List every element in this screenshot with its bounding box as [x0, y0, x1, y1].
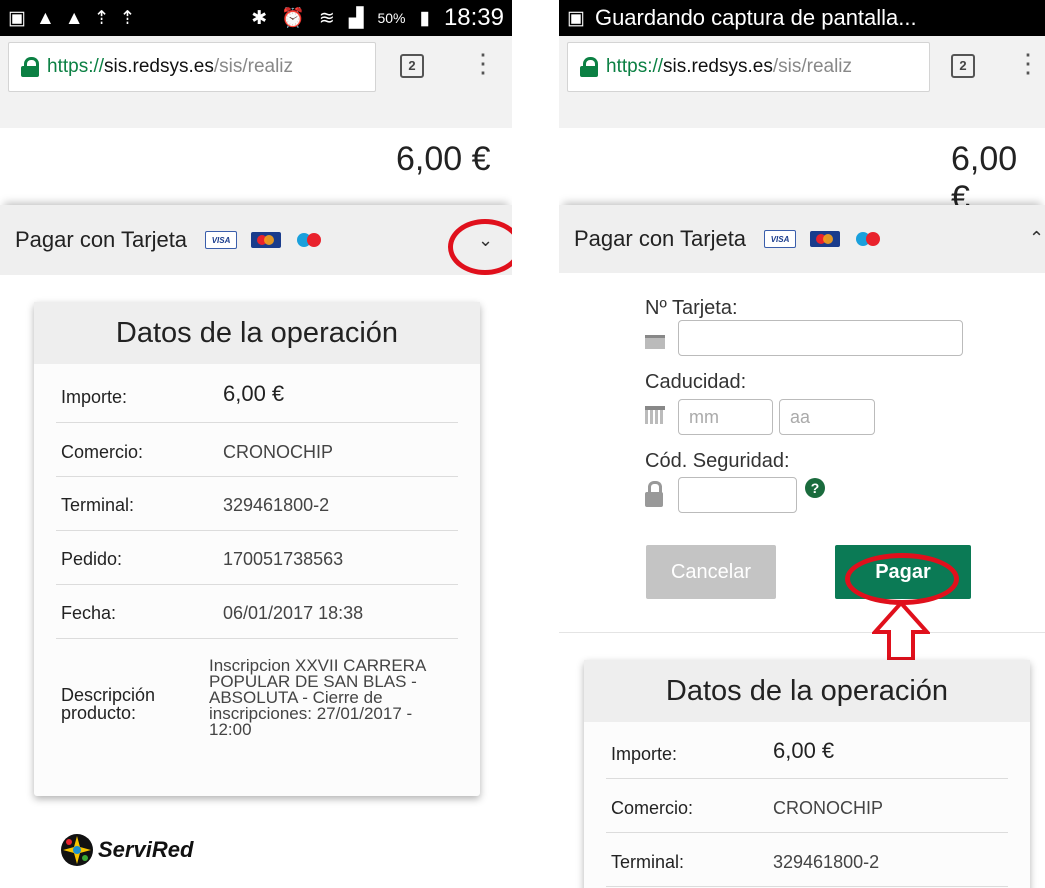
detail-label: Terminal:	[61, 495, 135, 515]
detail-row: Fecha: 06/01/2017 18:38	[56, 584, 458, 639]
expiry-label: Caducidad:	[645, 371, 747, 393]
description-label: Descripción	[61, 685, 156, 705]
detail-label: Importe:	[61, 387, 128, 407]
operation-details-title: Datos de la operación	[584, 660, 1030, 722]
warning-icon: ▲	[64, 7, 84, 29]
right-screenshot: ▣ Guardando captura de pantalla... https…	[559, 0, 1045, 888]
operation-details-card: Datos de la operación Importe: 6,00 € Co…	[34, 302, 480, 796]
tabs-count-button[interactable]: 2	[400, 54, 424, 78]
status-bar: ▣ ▲ ▲ ⇡ ⇡ ✱ ⏰ ≋ ▟ 50% ▮ 18:39	[0, 0, 512, 36]
lock-icon	[645, 481, 663, 507]
battery-level: 50%	[377, 10, 406, 26]
menu-dots-icon[interactable]: ⋮	[470, 50, 496, 76]
detail-label: Comercio:	[611, 798, 694, 818]
wifi-icon: ≋	[318, 7, 335, 29]
detail-label: Pedido:	[61, 549, 123, 569]
detail-value: 6,00 €	[223, 381, 285, 406]
chevron-up-icon[interactable]: ⌃	[1029, 228, 1044, 249]
detail-label: Comercio:	[61, 442, 144, 462]
description-label: producto:	[61, 703, 137, 723]
left-screenshot: ▣ ▲ ▲ ⇡ ⇡ ✱ ⏰ ≋ ▟ 50% ▮ 18:39 https://si…	[0, 0, 512, 888]
servired-logo-text: ServiRed	[98, 837, 194, 862]
bluetooth-icon: ✱	[251, 7, 268, 29]
operation-details-title: Datos de la operación	[34, 302, 480, 364]
browser-toolbar: https://sis.redsys.es/sis/realiz 2 ⋮	[559, 36, 1045, 128]
upload-icon: ⇡	[119, 7, 136, 29]
highlight-circle	[448, 219, 512, 275]
security-code-input[interactable]	[678, 477, 797, 513]
detail-row: Terminal: 329461800-2	[56, 476, 458, 531]
operation-details-card: Datos de la operación Importe: 6,00 € Co…	[584, 660, 1030, 888]
status-time: 18:39	[443, 4, 504, 31]
description-row: Descripción producto: Inscripcion XXVII …	[56, 638, 458, 768]
total-amount: 6,00 €	[396, 140, 491, 178]
alarm-icon: ⏰	[281, 7, 305, 29]
lock-icon	[580, 57, 598, 77]
detail-value: 170051738563	[223, 549, 344, 569]
url-field[interactable]: https://sis.redsys.es/sis/realiz	[8, 42, 376, 92]
detail-value: 06/01/2017 18:38	[223, 603, 364, 623]
signal-icon: ▟	[348, 7, 364, 29]
image-icon: ▣	[8, 7, 26, 29]
detail-row: Comercio: CRONOCHIP	[606, 778, 1008, 833]
help-icon[interactable]: ?	[805, 478, 825, 498]
servired-logo: ServiRed	[60, 833, 193, 867]
mastercard-icon	[251, 232, 282, 248]
expiry-year-input[interactable]: aa	[779, 399, 875, 435]
detail-row: Pedido: 170051738563	[56, 530, 458, 585]
divider	[559, 632, 1045, 633]
menu-dots-icon[interactable]: ⋮	[1015, 50, 1041, 76]
detail-value: 6,00 €	[773, 738, 835, 763]
pay-with-card-header[interactable]: Pagar con Tarjeta VISA	[559, 205, 1045, 273]
detail-label: Importe:	[611, 744, 678, 764]
card-icon	[645, 335, 665, 349]
detail-value: CRONOCHIP	[773, 798, 884, 818]
url-text: https://sis.redsys.es/sis/realiz	[47, 56, 294, 77]
upload-icon: ⇡	[93, 7, 110, 29]
url-text: https://sis.redsys.es/sis/realiz	[606, 56, 853, 77]
expiry-month-input[interactable]: mm	[678, 399, 773, 435]
warning-icon: ▲	[35, 7, 55, 29]
detail-row: Importe: 6,00 €	[56, 364, 458, 423]
maestro-icon	[295, 232, 323, 248]
browser-toolbar: https://sis.redsys.es/sis/realiz 2 ⋮	[0, 36, 512, 128]
cancel-button[interactable]: Cancelar	[646, 545, 776, 599]
detail-value: CRONOCHIP	[223, 442, 334, 462]
mastercard-icon	[810, 231, 841, 247]
arrow-up-icon	[872, 600, 930, 661]
visa-icon: VISA	[205, 231, 238, 249]
detail-row: Importe: 6,00 €	[606, 722, 1008, 779]
security-code-label: Cód. Seguridad:	[645, 450, 790, 472]
detail-row: Terminal: 329461800-2	[606, 832, 1008, 887]
screenshot-icon: ▣	[567, 7, 585, 29]
notification-text: Guardando captura de pantalla...	[594, 5, 917, 30]
pay-with-card-header[interactable]: Pagar con Tarjeta VISA	[0, 205, 512, 275]
detail-value: 329461800-2	[773, 852, 880, 872]
detail-row: Comercio: CRONOCHIP	[56, 422, 458, 477]
pay-with-card-label: Pagar con Tarjeta	[15, 227, 188, 252]
servired-logo-icon	[61, 834, 93, 866]
tabs-count-button[interactable]: 2	[951, 54, 975, 78]
url-field[interactable]: https://sis.redsys.es/sis/realiz	[567, 42, 930, 92]
status-bar: ▣ Guardando captura de pantalla...	[559, 0, 1045, 36]
lock-icon	[21, 57, 39, 77]
highlight-circle	[845, 553, 959, 605]
maestro-icon	[854, 231, 882, 247]
pay-with-card-label: Pagar con Tarjeta	[574, 226, 747, 251]
calendar-icon	[645, 406, 665, 424]
detail-label: Terminal:	[611, 852, 685, 872]
card-number-input[interactable]	[678, 320, 963, 356]
card-number-label: Nº Tarjeta:	[645, 297, 738, 319]
description-value: Inscripcion XXVII CARRERA POPULAR DE SAN…	[209, 656, 427, 739]
visa-icon: VISA	[764, 230, 797, 248]
detail-value: 329461800-2	[223, 495, 330, 515]
detail-label: Fecha:	[61, 603, 117, 623]
battery-icon: ▮	[419, 7, 430, 29]
